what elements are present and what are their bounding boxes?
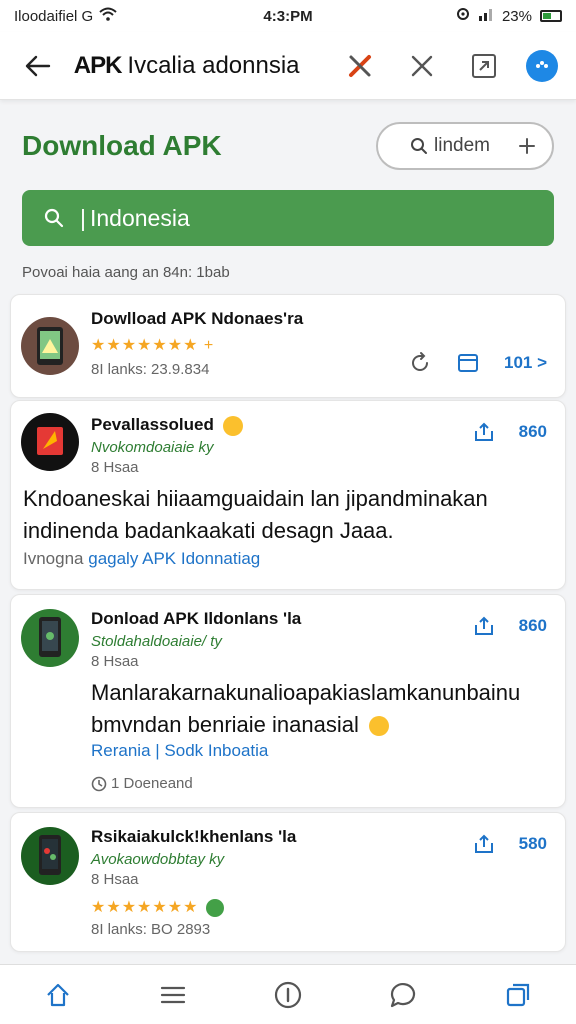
tabs-icon (507, 983, 530, 1006)
badge-icon (205, 898, 224, 917)
search-input[interactable]: | Indonesia (22, 190, 554, 246)
location-icon (456, 7, 470, 25)
signal-icon (478, 7, 494, 25)
close-tab-button[interactable] (402, 46, 442, 86)
login-button[interactable]: lindem (376, 122, 554, 170)
wifi-icon (99, 7, 117, 25)
rating-stars-text: ★★★★★★★ (91, 899, 199, 916)
app-bar: APK Ivcalia adonnsia (0, 32, 576, 100)
result-info: Povoai haia aang an 84n: 1bab (22, 264, 230, 281)
rating-stars: ★★★★★★★ + (91, 337, 215, 354)
search-icon (44, 208, 64, 228)
status-time: 4:3:PM (263, 7, 313, 25)
card-actions: 101 > (408, 351, 547, 375)
external-link-icon (472, 53, 496, 78)
share-icon[interactable] (473, 421, 495, 443)
back-arrow-icon (25, 55, 51, 76)
page-title: Download APK (22, 130, 222, 161)
card-title[interactable]: Donload APK Ildonlans 'la (91, 609, 301, 629)
nav-home[interactable] (34, 971, 82, 1019)
card-description: Kndoaneskai hiiaamguaidain lan jipandmin… (23, 486, 488, 543)
dots-icon (536, 60, 548, 68)
status-left: Iloodaifiel G (14, 7, 214, 25)
status-right: 23% (362, 7, 562, 25)
clock-icon (91, 776, 107, 791)
menu-icon (160, 986, 185, 1003)
card-subtitle: Stoldahaldoaiaie/ ty (91, 633, 222, 650)
refresh-icon[interactable] (408, 351, 432, 375)
card-title[interactable]: Pevallassolued (91, 415, 243, 436)
card-link[interactable]: Ivnogna gagaly APK Idonnatiag (23, 549, 260, 569)
app-title: APK Ivcalia adonnsia (74, 52, 340, 80)
status-bar: Iloodaifiel G 4:3:PM 23% (0, 0, 576, 32)
emoji-icon (368, 716, 389, 737)
carrier-text: Iloodaifiel G (14, 7, 94, 25)
card-meta: 8 Hsaa (91, 871, 139, 888)
smiley-emoji-icon (222, 415, 243, 436)
card-actions: 580 (473, 833, 547, 855)
card-subtitle: Nvokomdoaiaie ky (91, 439, 214, 456)
card-title-text: Pevallassolued (91, 415, 214, 434)
home-icon (46, 983, 69, 1006)
login-label: lindem (434, 135, 490, 156)
header-row: Download APK lindem (22, 118, 554, 174)
share-count[interactable]: 580 (519, 834, 547, 854)
chat-bubble-icon (391, 982, 416, 1007)
app-title-brand: APK (73, 51, 123, 79)
card-meta: 8I lanks: 23.9.834 (91, 361, 210, 378)
share-count[interactable]: 860 (519, 616, 547, 636)
card-title[interactable]: Dowlload APK Ndonaes'ra (91, 309, 303, 329)
card-link[interactable]: Rerania | Sodk Inboatia (91, 741, 268, 761)
app-title-text: Ivcalia adonnsia (127, 51, 300, 79)
card-description: Manlarakarnakunalioapakiaslamkanunbainu … (91, 677, 551, 741)
app-bar-actions (340, 46, 558, 86)
app-thumbnail (21, 317, 79, 375)
nav-info[interactable] (264, 971, 312, 1019)
search-value: Indonesia (89, 204, 190, 231)
card-actions: 860 (473, 421, 547, 443)
app-thumbnail (21, 413, 79, 471)
profile-button[interactable] (526, 49, 558, 82)
card-footer: 1 Doeneand (91, 775, 193, 792)
card-link-text: gagaly APK Idonnatiag (88, 549, 261, 568)
share-count[interactable]: 860 (519, 422, 547, 442)
battery-text: 23% (501, 7, 532, 25)
result-card[interactable]: Rsikaiakulck!khenlans 'la Avokaowdobbtay… (10, 812, 566, 952)
card-subtitle: Avokaowdobbtay ky (91, 851, 225, 868)
result-card[interactable]: Dowlload APK Ndonaes'ra ★★★★★★★ + 8I lan… (10, 294, 566, 398)
share-icon[interactable] (473, 615, 495, 637)
card-link-prefix: Ivnogna (23, 549, 84, 568)
text-cursor: | (80, 204, 86, 231)
tools-button[interactable] (340, 46, 380, 86)
tools-icon (349, 54, 371, 77)
rating-stars: ★★★★★★★ (91, 897, 224, 917)
search-icon (411, 138, 427, 154)
card-meta: 8 Hsaa (91, 653, 139, 670)
result-card[interactable]: Pevallassolued Nvokomdoaiaie ky 8 Hsaa 8… (10, 400, 566, 590)
nav-menu[interactable] (149, 971, 197, 1019)
open-external-button[interactable] (464, 46, 504, 86)
share-icon[interactable] (473, 833, 495, 855)
bottom-nav (0, 964, 576, 1024)
plus-icon (519, 138, 535, 154)
battery-icon (540, 10, 562, 22)
app-thumbnail (21, 609, 79, 667)
nav-tabs[interactable] (494, 971, 542, 1019)
card-meta-secondary: 8I lanks: BO 2893 (91, 921, 211, 938)
card-actions: 860 (473, 615, 547, 637)
info-icon (274, 981, 302, 1008)
download-count[interactable]: 101 > (504, 353, 547, 373)
card-title[interactable]: Rsikaiakulck!khenlans 'la (91, 827, 296, 847)
bookmark-icon[interactable] (456, 351, 480, 375)
back-button[interactable] (18, 46, 58, 86)
card-meta: 8 Hsaa (91, 459, 139, 476)
card-footer-text: 1 Doeneand (111, 775, 193, 792)
result-card[interactable]: Donload APK Ildonlans 'la Stoldahaldoaia… (10, 594, 566, 808)
app-thumbnail (21, 827, 79, 885)
card-description-text: Manlarakarnakunalioapakiaslamkanunbainu … (91, 680, 521, 737)
cross-icon (411, 55, 433, 76)
nav-chat[interactable] (379, 971, 427, 1019)
